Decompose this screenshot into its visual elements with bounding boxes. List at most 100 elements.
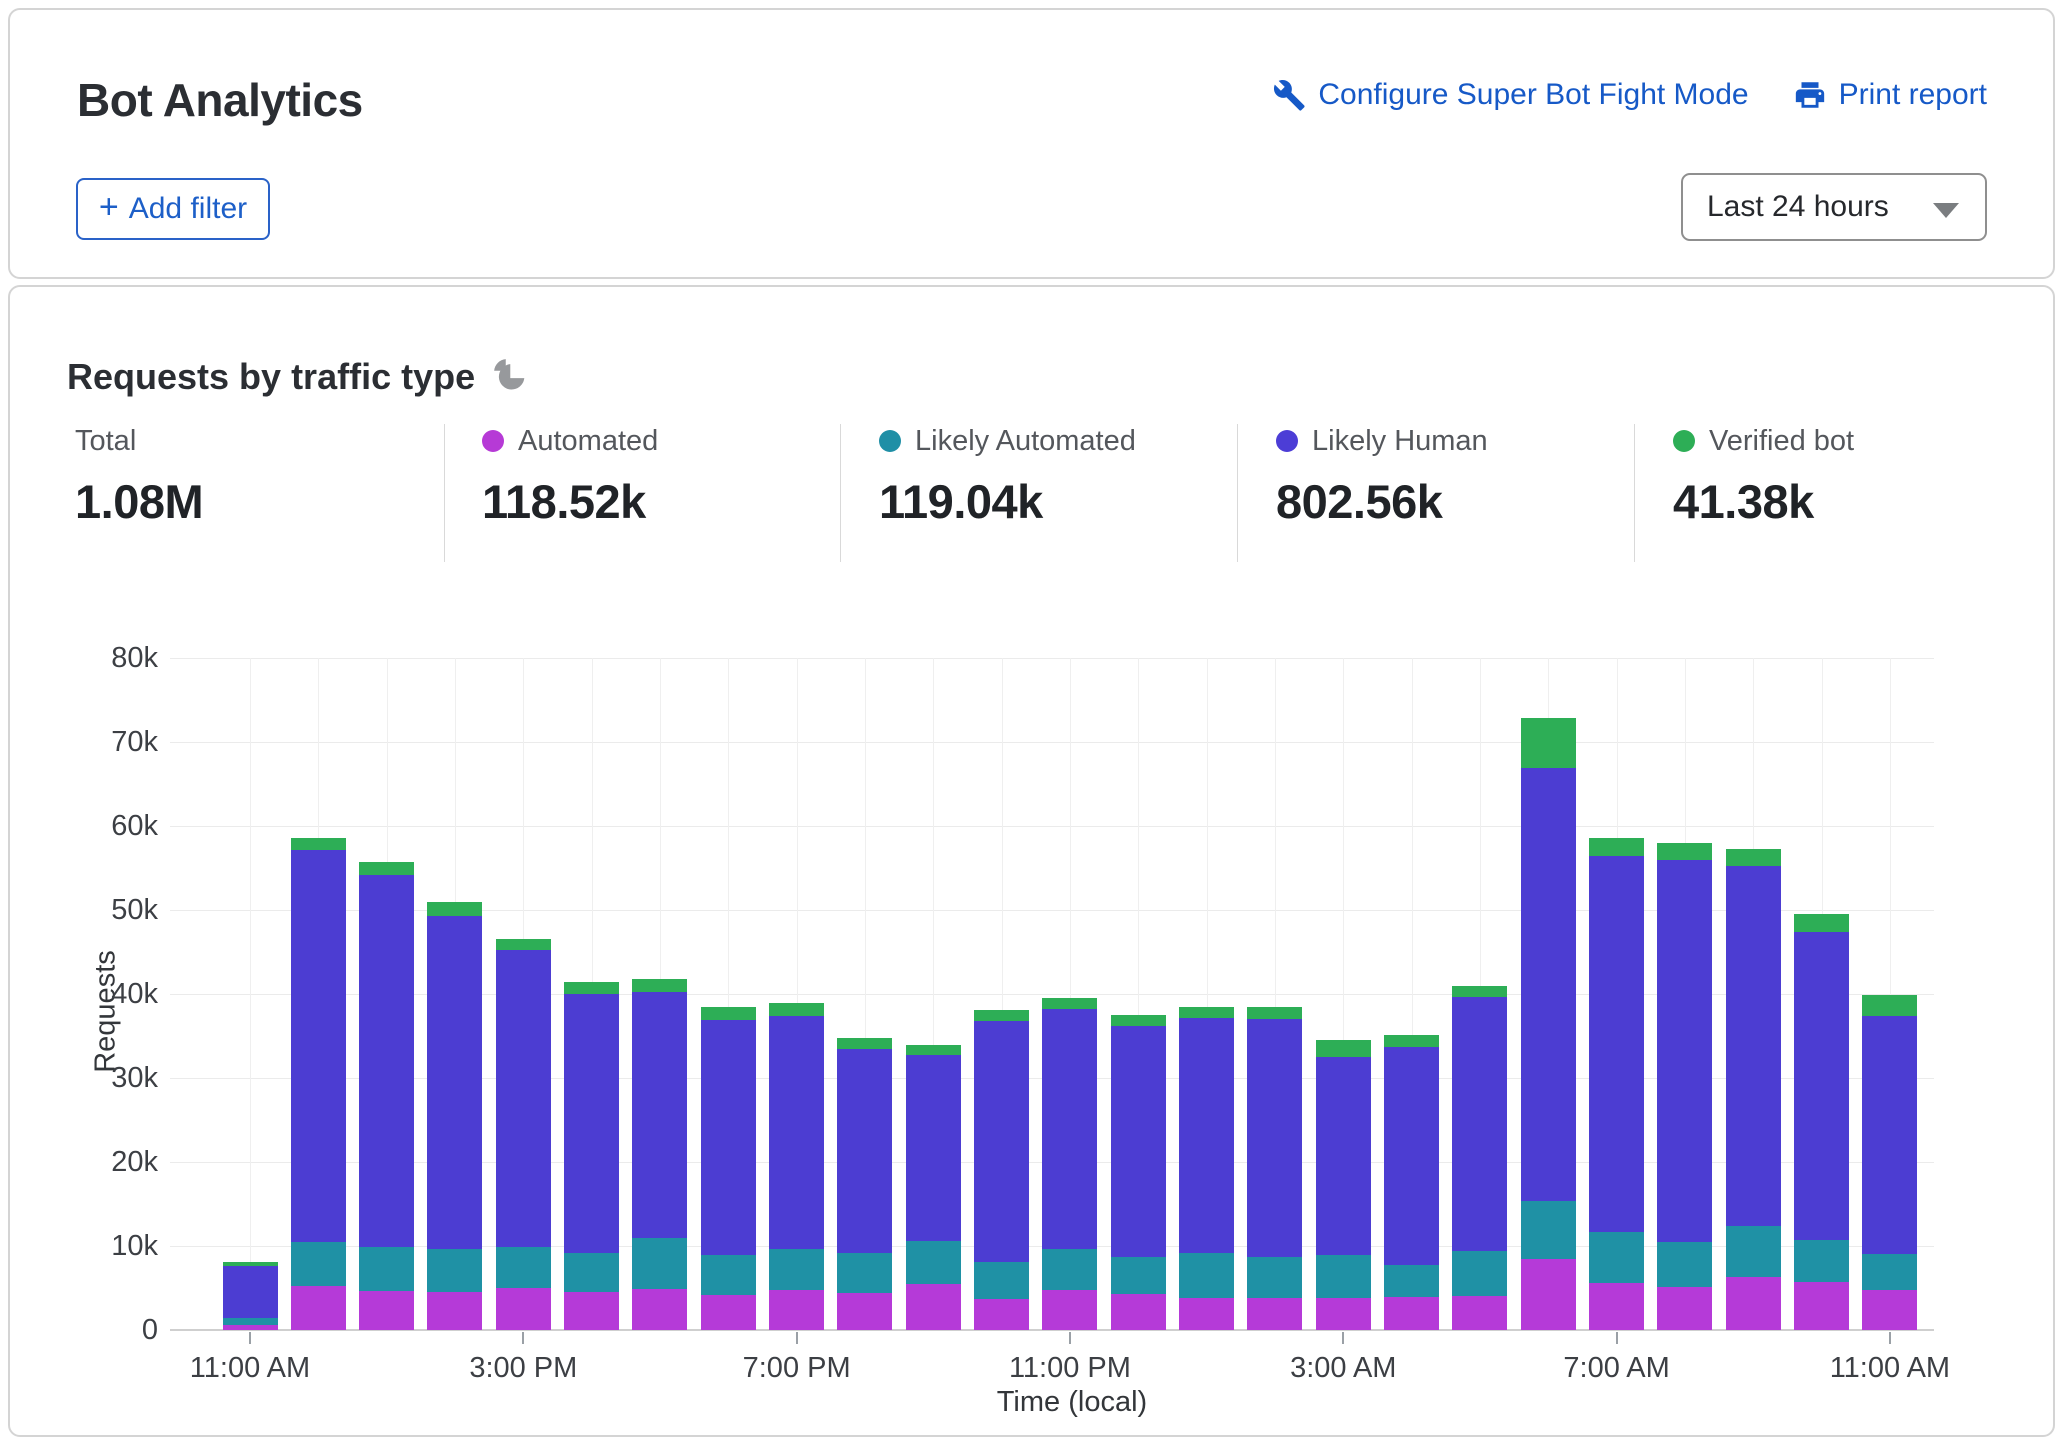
bar-segment-automated bbox=[1862, 1290, 1917, 1330]
header-links: Configure Super Bot Fight Mode Print rep… bbox=[1272, 78, 1987, 112]
bar-segment-verified-bot bbox=[1247, 1007, 1302, 1019]
wrench-icon bbox=[1272, 78, 1306, 112]
bar-segment-automated bbox=[632, 1289, 687, 1330]
bar-segment-likely-human bbox=[564, 994, 619, 1253]
bar-segment-likely-human bbox=[974, 1021, 1029, 1262]
bar-segment-likely-human bbox=[1589, 856, 1644, 1232]
bar-segment-verified-bot bbox=[1794, 914, 1849, 932]
bar-segment-likely-human bbox=[1111, 1026, 1166, 1257]
print-report-link[interactable]: Print report bbox=[1793, 78, 1987, 112]
stacked-bar-hour-1[interactable] bbox=[291, 838, 346, 1330]
stacked-bar-hour-19[interactable] bbox=[1521, 718, 1576, 1330]
bar-segment-verified-bot bbox=[906, 1045, 961, 1055]
bar-segment-automated bbox=[496, 1288, 551, 1330]
bar-segment-verified-bot bbox=[496, 939, 551, 951]
bar-segment-automated bbox=[1726, 1277, 1781, 1330]
stacked-bar-hour-13[interactable] bbox=[1111, 1015, 1166, 1330]
bar-segment-verified-bot bbox=[564, 982, 619, 994]
automated-dot-icon bbox=[482, 430, 504, 452]
divider bbox=[840, 424, 841, 562]
bar-segment-verified-bot bbox=[1452, 986, 1507, 997]
bar-segment-likely-human bbox=[1316, 1057, 1371, 1255]
bar-segment-verified-bot bbox=[1862, 995, 1917, 1016]
stat-verified-bot[interactable]: Verified bot 41.38k bbox=[1673, 424, 1854, 529]
bar-segment-likely-human bbox=[496, 950, 551, 1247]
section-title-row: Requests by traffic type bbox=[67, 356, 527, 398]
stacked-bar-hour-18[interactable] bbox=[1452, 986, 1507, 1330]
bar-segment-likely-automated bbox=[1247, 1257, 1302, 1298]
bar-segment-automated bbox=[906, 1284, 961, 1330]
stacked-bar-hour-17[interactable] bbox=[1384, 1035, 1439, 1330]
add-filter-button[interactable]: + Add filter bbox=[76, 178, 270, 240]
bar-segment-likely-automated bbox=[837, 1253, 892, 1293]
bar-segment-likely-automated bbox=[1521, 1201, 1576, 1259]
bar-segment-likely-human bbox=[291, 850, 346, 1242]
bar-segment-verified-bot bbox=[1042, 998, 1097, 1009]
bar-segment-likely-automated bbox=[291, 1242, 346, 1286]
bar-segment-likely-automated bbox=[1657, 1242, 1712, 1287]
bar-segment-likely-human bbox=[223, 1266, 278, 1318]
header-card: Bot Analytics Configure Super Bot Fight … bbox=[8, 8, 2055, 279]
stacked-bar-hour-16[interactable] bbox=[1316, 1040, 1371, 1330]
stacked-bar-hour-20[interactable] bbox=[1589, 838, 1644, 1330]
stacked-bar-hour-4[interactable] bbox=[496, 939, 551, 1330]
stacked-bar-hour-10[interactable] bbox=[906, 1045, 961, 1330]
bar-segment-likely-human bbox=[1179, 1018, 1234, 1252]
stat-likely-automated[interactable]: Likely Automated 119.04k bbox=[879, 424, 1136, 529]
stacked-bar-hour-14[interactable] bbox=[1179, 1007, 1234, 1330]
bar-segment-verified-bot bbox=[1179, 1007, 1234, 1018]
bar-segment-automated bbox=[837, 1293, 892, 1330]
bar-segment-automated bbox=[1657, 1287, 1712, 1330]
configure-super-bot-fight-mode-link[interactable]: Configure Super Bot Fight Mode bbox=[1272, 78, 1748, 112]
bar-segment-likely-automated bbox=[564, 1253, 619, 1293]
bar-segment-verified-bot bbox=[427, 902, 482, 916]
page-title: Bot Analytics bbox=[77, 73, 363, 127]
bar-segment-likely-automated bbox=[1111, 1257, 1166, 1294]
bar-segment-automated bbox=[1179, 1298, 1234, 1330]
add-filter-label: Add filter bbox=[129, 192, 247, 226]
stat-automated[interactable]: Automated 118.52k bbox=[482, 424, 658, 529]
section-title: Requests by traffic type bbox=[67, 356, 475, 398]
bar-segment-automated bbox=[1589, 1283, 1644, 1330]
bar-segment-automated bbox=[701, 1295, 756, 1330]
stacked-bar-hour-12[interactable] bbox=[1042, 998, 1097, 1330]
bar-segment-likely-automated bbox=[632, 1238, 687, 1288]
stacked-bar-hour-21[interactable] bbox=[1657, 843, 1712, 1330]
stacked-bar-hour-23[interactable] bbox=[1794, 914, 1849, 1330]
stacked-bar-hour-24[interactable] bbox=[1862, 995, 1917, 1330]
bar-segment-verified-bot bbox=[359, 862, 414, 875]
stacked-bar-hour-11[interactable] bbox=[974, 1010, 1029, 1330]
bar-segment-likely-human bbox=[1247, 1019, 1302, 1257]
bar-segment-verified-bot bbox=[1726, 849, 1781, 867]
bar-segment-likely-human bbox=[1384, 1047, 1439, 1265]
stacked-bar-hour-0[interactable] bbox=[223, 1262, 278, 1330]
bar-segment-likely-human bbox=[1657, 860, 1712, 1241]
bar-segment-likely-human bbox=[1042, 1009, 1097, 1249]
stacked-bar-hour-15[interactable] bbox=[1247, 1007, 1302, 1330]
stacked-bar-hour-6[interactable] bbox=[632, 979, 687, 1330]
bar-segment-automated bbox=[1384, 1297, 1439, 1330]
time-range-dropdown[interactable]: Last 24 hours bbox=[1681, 173, 1987, 241]
bar-segment-likely-automated bbox=[427, 1249, 482, 1292]
pie-chart-icon bbox=[493, 358, 527, 397]
bar-segment-likely-human bbox=[1726, 866, 1781, 1226]
stat-automated-value: 118.52k bbox=[482, 474, 658, 529]
stacked-bar-hour-3[interactable] bbox=[427, 902, 482, 1330]
stacked-bar-hour-9[interactable] bbox=[837, 1038, 892, 1330]
bar-segment-likely-human bbox=[769, 1016, 824, 1250]
bar-segment-likely-automated bbox=[496, 1247, 551, 1288]
time-range-value: Last 24 hours bbox=[1707, 190, 1889, 224]
bar-segment-likely-automated bbox=[1794, 1240, 1849, 1282]
bar-segment-automated bbox=[564, 1292, 619, 1330]
bar-segment-likely-automated bbox=[1726, 1226, 1781, 1277]
stacked-bar-hour-2[interactable] bbox=[359, 862, 414, 1330]
stacked-bar-hour-22[interactable] bbox=[1726, 849, 1781, 1330]
stat-likely-human[interactable]: Likely Human 802.56k bbox=[1276, 424, 1488, 529]
stacked-bar-hour-7[interactable] bbox=[701, 1007, 756, 1330]
print-link-label: Print report bbox=[1839, 78, 1987, 112]
stacked-bar-hour-5[interactable] bbox=[564, 982, 619, 1330]
bar-segment-likely-automated bbox=[701, 1255, 756, 1295]
stacked-bar-hour-8[interactable] bbox=[769, 1003, 824, 1330]
bar-segment-likely-human bbox=[359, 875, 414, 1247]
bar-segment-likely-automated bbox=[906, 1241, 961, 1284]
